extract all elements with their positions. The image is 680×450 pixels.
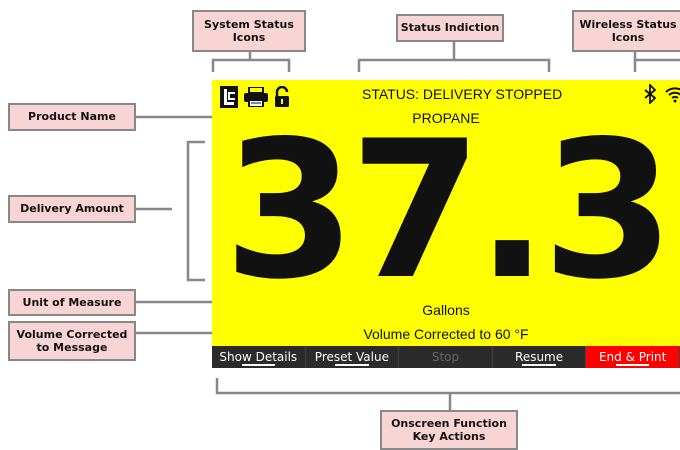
callout-unit-of-measure: Unit of Measure bbox=[8, 289, 136, 316]
callout-product-name: Product Name bbox=[8, 103, 136, 131]
show-details-button[interactable]: Show Details bbox=[212, 346, 306, 368]
end-and-print-button[interactable]: End & Print bbox=[586, 346, 680, 368]
delivery-amount: 37.3 bbox=[223, 100, 675, 321]
callout-volume-corrected: Volume Corrected to Message bbox=[8, 321, 136, 361]
stop-button[interactable]: Stop bbox=[399, 346, 493, 368]
function-key-bar: Show Details Preset Value Stop Resume En… bbox=[212, 346, 680, 368]
unit-of-measure: Gallons bbox=[422, 302, 470, 318]
resume-button[interactable]: Resume bbox=[493, 346, 587, 368]
callout-function-keys: Onscreen Function Key Actions bbox=[380, 410, 518, 450]
display-screen: STATUS: DELIVERY STOPPED PROPANE 37.3 Ga… bbox=[212, 80, 680, 368]
callout-wireless-status: Wireless Status Icons bbox=[572, 10, 680, 52]
callout-delivery-amount: Delivery Amount bbox=[8, 195, 136, 223]
callout-status-indication: Status Indiction bbox=[396, 14, 504, 42]
volume-corrected-message: Volume Corrected to 60 °F bbox=[363, 326, 529, 342]
preset-value-button[interactable]: Preset Value bbox=[306, 346, 400, 368]
callout-system-status: System Status Icons bbox=[192, 10, 306, 52]
